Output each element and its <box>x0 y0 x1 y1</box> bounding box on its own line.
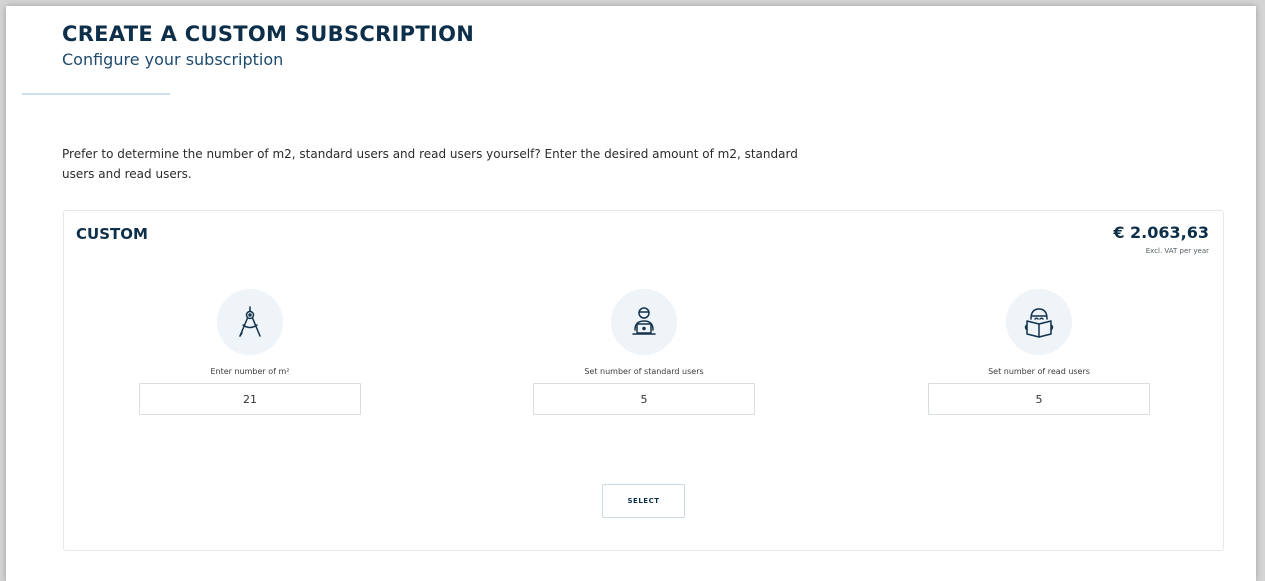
price-note: Excl. VAT per year <box>1145 247 1209 255</box>
standard-users-label: Set number of standard users <box>584 367 704 376</box>
select-button[interactable]: SELECT <box>602 484 685 518</box>
reader-book-icon <box>1006 289 1072 355</box>
standard-users-input[interactable] <box>533 383 755 415</box>
intro-text: Prefer to determine the number of m2, st… <box>62 147 798 181</box>
card-title: CUSTOM <box>76 225 148 243</box>
page: CREATE A CUSTOM SUBSCRIPTION Configure y… <box>6 6 1256 581</box>
compass-icon <box>217 289 283 355</box>
read-users-input[interactable] <box>928 383 1150 415</box>
title-underline <box>22 93 170 95</box>
m2-input[interactable] <box>139 383 361 415</box>
page-subtitle: Configure your subscription <box>62 50 284 69</box>
read-users-field-group: Set number of read users <box>928 289 1150 415</box>
m2-label: Enter number of m² <box>210 367 290 376</box>
page-title: CREATE A CUSTOM SUBSCRIPTION <box>62 22 475 46</box>
standard-users-field-group: Set number of standard users <box>533 289 755 415</box>
custom-subscription-card: CUSTOM € 2.063,63 Excl. VAT per year Ent… <box>63 210 1224 551</box>
price: € 2.063,63 <box>1113 223 1209 242</box>
m2-field-group: Enter number of m² <box>139 289 361 415</box>
user-laptop-icon <box>611 289 677 355</box>
read-users-label: Set number of read users <box>988 367 1090 376</box>
